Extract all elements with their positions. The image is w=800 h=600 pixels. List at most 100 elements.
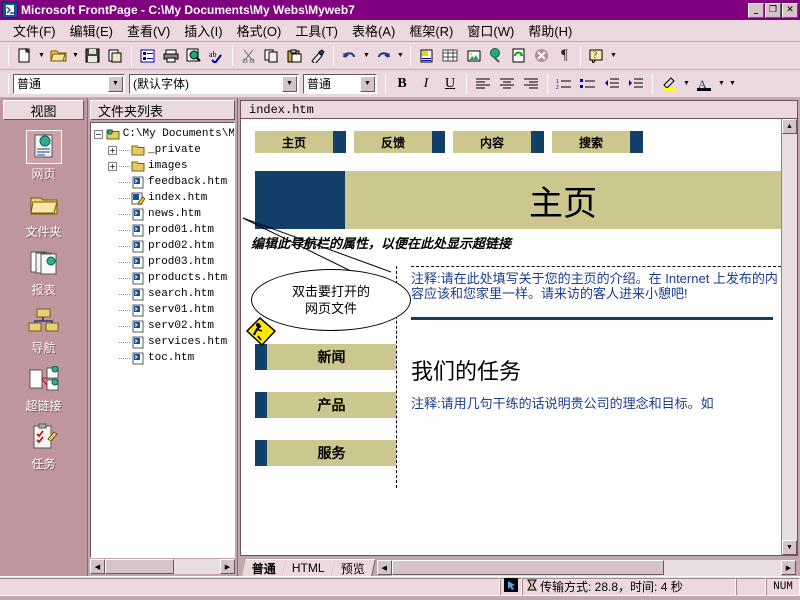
insert-component-button[interactable] (415, 45, 438, 67)
folder-list-scroll-right-button[interactable]: ▶ (220, 559, 235, 574)
tree-item-search-htm[interactable]: search.htm (91, 286, 234, 302)
size-combo[interactable]: 普通 ▼ (303, 73, 377, 94)
save-button[interactable] (81, 45, 104, 67)
tree-item-news-htm[interactable]: news.htm (91, 206, 234, 222)
sidebar-item-hyperlinks[interactable]: 超链接 (0, 362, 87, 414)
font-combo[interactable]: (默认字体) ▼ (129, 73, 299, 94)
document-scroll-down-button[interactable]: ▼ (782, 540, 797, 555)
paste-button[interactable] (283, 45, 306, 67)
print-button[interactable] (159, 45, 182, 67)
close-button[interactable]: ✕ (782, 2, 798, 18)
top-nav-item-contents[interactable]: 内容 (453, 131, 544, 153)
document-scroll-track[interactable] (782, 134, 797, 540)
top-nav-item-home[interactable]: 主页 (255, 131, 346, 153)
folder-list-button[interactable] (136, 45, 159, 67)
menu-format[interactable]: 格式(O) (230, 19, 289, 42)
tree-item-_private[interactable]: + _private (91, 142, 234, 158)
document-scroll-right-button[interactable]: ▶ (781, 560, 796, 575)
tree-item-prod02-htm[interactable]: prod02.htm (91, 238, 234, 254)
font-color-dropdown-icon[interactable]: ▼ (716, 73, 727, 95)
sidebar-item-folders[interactable]: 文件夹 (0, 188, 87, 240)
folder-list-scroll-track[interactable] (105, 559, 220, 574)
style-combo-arrow-icon[interactable]: ▼ (108, 75, 123, 92)
root-expander-icon[interactable]: − (94, 129, 103, 139)
insert-table-button[interactable] (438, 45, 461, 67)
tree-item-products-htm[interactable]: products.htm (91, 270, 234, 286)
menu-help[interactable]: 帮助(H) (521, 19, 579, 42)
tree-item-prod01-htm[interactable]: prod01.htm (91, 222, 234, 238)
insert-hyperlink-button[interactable] (484, 45, 507, 67)
document-tab-index-htm[interactable]: index.htm (249, 103, 314, 117)
web-page-canvas[interactable]: 主页 反馈 内容 搜索 主页 编辑此导航栏的属性，以便在此处显示超链接 新闻 产… (241, 119, 781, 555)
new-page-dropdown-icon[interactable]: ▼ (36, 45, 47, 67)
increase-indent-button[interactable] (624, 73, 648, 95)
top-nav-item-feedback[interactable]: 反馈 (354, 131, 445, 153)
document-area[interactable]: 主页 反馈 内容 搜索 主页 编辑此导航栏的属性，以便在此处显示超链接 新闻 产… (240, 118, 798, 556)
tree-expander-icon[interactable]: + (108, 145, 117, 155)
show-paragraph-marks-button[interactable]: ¶ (553, 45, 576, 67)
restore-button[interactable]: ❐ (765, 2, 781, 18)
left-nav-item-services[interactable]: 服务 (255, 440, 396, 466)
intro-comment-region[interactable]: 注释:请在此处填写关于您的主页的介绍。在 Internet 上发布的内容应该和您… (411, 266, 781, 303)
align-center-button[interactable] (495, 73, 519, 95)
folder-list-hscrollbar[interactable]: ◀ ▶ (90, 559, 235, 574)
help-dropdown-icon[interactable]: ▼ (608, 45, 619, 67)
cut-button[interactable] (237, 45, 260, 67)
spelling-button[interactable]: ab (205, 45, 228, 67)
size-combo-arrow-icon[interactable]: ▼ (360, 75, 375, 92)
sidebar-item-reports[interactable]: 报表 (0, 246, 87, 298)
new-page-button[interactable] (13, 45, 36, 67)
tree-expander-icon[interactable]: + (108, 161, 117, 171)
left-nav-item-products[interactable]: 产品 (255, 392, 396, 418)
print-preview-button[interactable] (182, 45, 205, 67)
folder-list-scroll-left-button[interactable]: ◀ (90, 559, 105, 574)
tree-root-item[interactable]: − C:\My Documents\M (91, 126, 234, 142)
tree-item-serv02-htm[interactable]: serv02.htm (91, 318, 234, 334)
sidebar-item-navigation[interactable]: 导航 (0, 304, 87, 356)
redo-dropdown-icon[interactable]: ▼ (395, 45, 406, 67)
menu-file[interactable]: 文件(F) (6, 19, 63, 42)
copy-button[interactable] (260, 45, 283, 67)
document-hscroll-track[interactable] (391, 560, 781, 576)
tab-preview[interactable]: 预览 (330, 559, 376, 576)
font-color-button[interactable]: A (692, 73, 716, 95)
refresh-button[interactable] (507, 45, 530, 67)
bulleted-list-button[interactable] (576, 73, 600, 95)
menu-table[interactable]: 表格(A) (345, 19, 402, 42)
document-scroll-left-button[interactable]: ◀ (376, 560, 392, 575)
open-dropdown-icon[interactable]: ▼ (70, 45, 81, 67)
tab-normal[interactable]: 普通 (242, 559, 287, 576)
folder-tree[interactable]: − C:\My Documents\M + _private + images feed… (90, 122, 235, 558)
formatting-toolbar-grip[interactable] (8, 73, 9, 94)
highlight-button[interactable] (657, 73, 681, 95)
menu-frames[interactable]: 框架(R) (402, 19, 460, 42)
toolbar-grip[interactable] (8, 45, 9, 66)
tree-item-services-htm[interactable]: services.htm (91, 334, 234, 350)
insert-picture-button[interactable] (461, 45, 484, 67)
help-button[interactable]: ? (585, 45, 608, 67)
top-nav-item-search[interactable]: 搜索 (552, 131, 643, 153)
tree-item-toc-htm[interactable]: toc.htm (91, 350, 234, 366)
underline-button[interactable]: U (438, 73, 462, 95)
document-scroll-up-button[interactable]: ▲ (782, 119, 797, 134)
highlight-dropdown-icon[interactable]: ▼ (681, 73, 692, 95)
sidebar-item-page[interactable]: 网页 (0, 130, 87, 182)
style-combo[interactable]: 普通 ▼ (13, 73, 125, 94)
align-right-button[interactable] (519, 73, 543, 95)
format-painter-button[interactable] (306, 45, 329, 67)
menu-insert[interactable]: 插入(I) (177, 19, 229, 42)
sidebar-item-tasks[interactable]: 任务 (0, 420, 87, 472)
numbered-list-button[interactable]: 12 (552, 73, 576, 95)
document-hscrollbar[interactable]: ◀ ▶ (376, 560, 796, 576)
tree-item-index-htm[interactable]: index.htm (91, 190, 234, 206)
undo-button[interactable] (338, 45, 361, 67)
tree-item-prod03-htm[interactable]: prod03.htm (91, 254, 234, 270)
publish-button[interactable] (104, 45, 127, 67)
document-vscrollbar[interactable]: ▲ ▼ (781, 119, 797, 555)
open-button[interactable] (47, 45, 70, 67)
menu-edit[interactable]: 编辑(E) (63, 19, 120, 42)
folder-list-scroll-thumb[interactable] (105, 559, 174, 574)
minimize-button[interactable]: _ (748, 2, 764, 18)
italic-button[interactable]: I (414, 73, 438, 95)
font-combo-arrow-icon[interactable]: ▼ (282, 75, 297, 92)
